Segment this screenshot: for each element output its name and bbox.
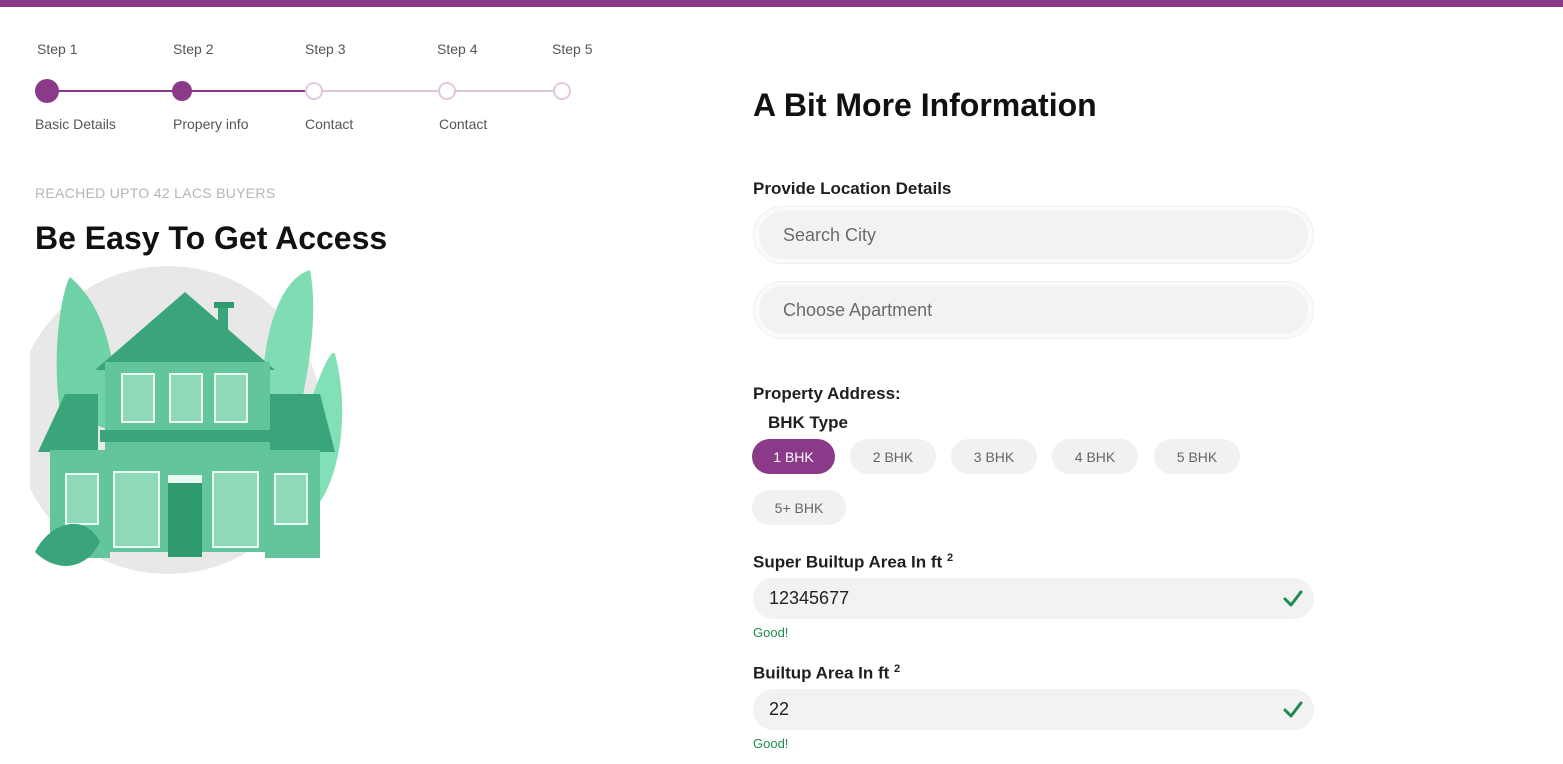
bush-left <box>35 523 100 566</box>
step-4-label: Contact <box>439 116 488 132</box>
bhk-option-3[interactable]: 3 BHK <box>951 439 1037 474</box>
house-illustration <box>30 266 343 574</box>
property-address-label: Property Address: <box>753 384 901 403</box>
builtup-area-value: 22 <box>769 699 790 719</box>
super-builtup-area-input[interactable]: 12345677 <box>753 578 1314 619</box>
left-headline: Be Easy To Get Access <box>35 220 388 256</box>
step-3-title: Step 3 <box>305 41 346 57</box>
bhk-type-label: BHK Type <box>768 413 848 432</box>
chimney-cap <box>214 302 234 308</box>
check-icon <box>1283 590 1303 607</box>
super-builtup-area-text: Super Builtup Area In ft <box>753 552 943 572</box>
builtup-area-text: Builtup Area In ft <box>753 663 890 683</box>
bhk-option-5plus[interactable]: 5+ BHK <box>752 490 846 525</box>
bhk-option-2[interactable]: 2 BHK <box>850 439 936 474</box>
step-1-label: Basic Details <box>35 116 116 132</box>
door-header <box>168 475 202 483</box>
step-4-dot[interactable] <box>438 82 456 100</box>
search-city-input[interactable]: Search City <box>759 211 1308 259</box>
bhk-option-5[interactable]: 5 BHK <box>1154 439 1240 474</box>
step-3-label: Contact <box>305 116 354 132</box>
choose-apartment-field[interactable]: Choose Apartment <box>753 281 1314 339</box>
step-1-dot[interactable] <box>35 79 59 103</box>
super-builtup-area-label: Super Builtup Area In ft 2 <box>753 552 953 573</box>
check-icon <box>1283 701 1303 718</box>
step-3-dot[interactable] <box>305 82 323 100</box>
top-accent-bar <box>0 0 1563 7</box>
step-2-dot[interactable] <box>172 81 192 101</box>
builtup-area-unit-sup: 2 <box>894 663 901 675</box>
super-builtup-area-unit-sup: 2 <box>946 552 954 564</box>
step-2-label: Propery info <box>173 116 249 132</box>
step-2-title: Step 2 <box>173 41 214 57</box>
choose-apartment-input[interactable]: Choose Apartment <box>759 286 1308 334</box>
builtup-area-validation: Good! <box>753 736 789 751</box>
step-4-title: Step 4 <box>437 41 478 57</box>
bhk-option-1[interactable]: 1 BHK <box>752 439 835 474</box>
floor-band <box>100 430 275 442</box>
step-1-title: Step 1 <box>37 41 78 57</box>
super-builtup-area-value: 12345677 <box>769 588 850 608</box>
front-door <box>168 477 202 557</box>
stepper-track <box>35 79 571 103</box>
form-title: A Bit More Information <box>753 87 1097 123</box>
builtup-area-label: Builtup Area In ft 2 <box>753 663 900 684</box>
step-5-title: Step 5 <box>552 41 593 57</box>
buyers-reach-eyebrow: REACHED UPTO 42 LACS BUYERS <box>35 185 276 201</box>
location-details-label: Provide Location Details <box>753 179 952 198</box>
bhk-option-4[interactable]: 4 BHK <box>1052 439 1138 474</box>
upper-windows <box>121 373 248 423</box>
super-builtup-area-validation: Good! <box>753 625 789 640</box>
step-5-dot[interactable] <box>553 82 571 100</box>
search-city-field[interactable]: Search City <box>753 206 1314 264</box>
builtup-area-input[interactable]: 22 <box>753 689 1314 730</box>
